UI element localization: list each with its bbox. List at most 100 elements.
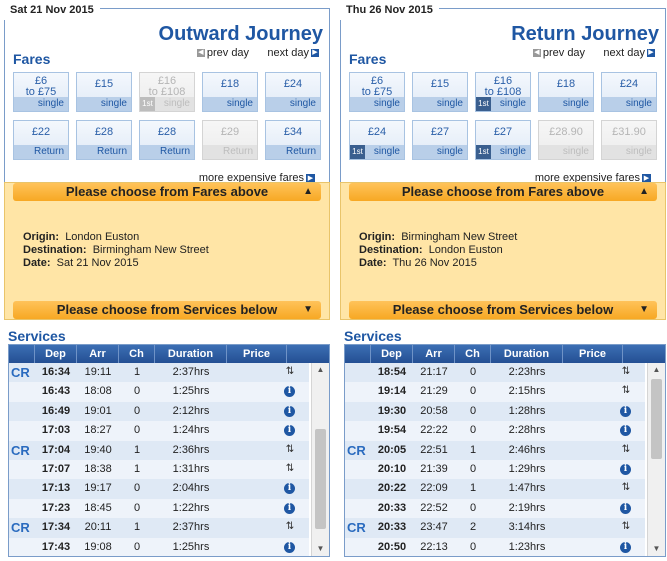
prev-day-icon[interactable]: ◀ xyxy=(532,49,541,58)
fare-button[interactable]: £6 to £75 single xyxy=(13,72,69,112)
next-day-link[interactable]: next day xyxy=(267,47,309,59)
col-ch[interactable]: Ch xyxy=(455,345,491,363)
info-icon[interactable]: i xyxy=(620,502,631,514)
change-icon[interactable]: ⇅ xyxy=(284,463,296,475)
table-row[interactable]: 17:13 19:17 0 2:04hrs i xyxy=(9,479,309,499)
table-row[interactable]: 20:50 22:13 0 1:23hrs i xyxy=(345,537,645,556)
fare-button[interactable]: £27 single 1st xyxy=(475,120,531,160)
info-icon[interactable]: i xyxy=(620,425,631,437)
prev-day-icon[interactable]: ◀ xyxy=(196,49,205,58)
fare-button[interactable]: £18 single xyxy=(202,72,258,112)
col-arr[interactable]: Arr xyxy=(413,345,455,363)
scroll-up-icon[interactable]: ▲ xyxy=(312,363,329,377)
dep-cell: 20:33 xyxy=(377,521,407,534)
table-row[interactable]: 20:10 21:39 0 1:29hrs i xyxy=(345,459,645,480)
col-price[interactable]: Price xyxy=(563,345,623,363)
table-row[interactable]: 17:03 18:27 0 1:24hrs i xyxy=(9,421,309,441)
next-day-icon[interactable]: ▶ xyxy=(311,49,319,58)
services-table: Dep Arr Ch Duration Price CR 16:34 19:11 1 2… xyxy=(8,344,330,557)
table-row[interactable]: 20:33 22:52 0 2:19hrs i xyxy=(345,498,645,519)
dep-cell: 17:34 xyxy=(41,521,71,534)
col-ch[interactable]: Ch xyxy=(119,345,155,363)
fare-button[interactable]: £15 single xyxy=(76,72,132,112)
table-row[interactable]: 17:07 18:38 1 1:31hrs ⇅ xyxy=(9,459,309,480)
col-arr[interactable]: Arr xyxy=(77,345,119,363)
col-duration[interactable]: Duration xyxy=(155,345,227,363)
choose-services-bar[interactable]: Please choose from Services below ▼ xyxy=(349,301,657,319)
fare-button[interactable]: £28 Return xyxy=(139,120,195,160)
scrollbar[interactable]: ▲ ▼ xyxy=(647,363,665,556)
arr-cell: 20:58 xyxy=(420,404,448,417)
scroll-down-icon[interactable]: ▼ xyxy=(312,542,329,556)
fare-type: Return xyxy=(77,145,131,159)
info-icon[interactable]: i xyxy=(620,463,631,475)
table-row[interactable]: 17:23 18:45 0 1:22hrs i xyxy=(9,498,309,519)
dep-cell: 17:43 xyxy=(41,540,71,553)
info-icon[interactable]: i xyxy=(284,541,295,553)
fare-button[interactable]: £24 single xyxy=(601,72,657,112)
changes-cell: 0 xyxy=(469,366,477,378)
table-row[interactable]: CR 17:34 20:11 1 2:37hrs ⇅ xyxy=(9,518,309,538)
fare-button[interactable]: £22 Return xyxy=(13,120,69,160)
arr-cell: 21:29 xyxy=(420,385,448,398)
table-row[interactable]: CR 16:34 19:11 1 2:37hrs ⇅ xyxy=(9,363,309,383)
fare-price-line: £31.90 xyxy=(612,126,646,138)
table-row[interactable]: 20:22 22:09 1 1:47hrs ⇅ xyxy=(345,479,645,499)
scroll-thumb[interactable] xyxy=(651,379,662,459)
fare-button[interactable]: £24 single 1st xyxy=(349,120,405,160)
choose-fares-bar[interactable]: Please choose from Fares above ▲ xyxy=(349,183,657,201)
change-icon[interactable]: ⇅ xyxy=(620,366,632,378)
scroll-down-icon[interactable]: ▼ xyxy=(648,542,665,556)
table-row[interactable]: 19:14 21:29 0 2:15hrs ⇅ xyxy=(345,382,645,402)
dep-cell: 16:49 xyxy=(41,404,71,417)
choose-services-bar[interactable]: Please choose from Services below ▼ xyxy=(13,301,321,319)
info-icon[interactable]: i xyxy=(620,541,631,553)
table-row[interactable]: 16:49 19:01 0 2:12hrs i xyxy=(9,401,309,422)
info-icon[interactable]: i xyxy=(284,386,295,398)
fare-button[interactable]: £28 Return xyxy=(76,120,132,160)
change-icon[interactable]: ⇅ xyxy=(284,366,296,378)
table-row[interactable]: 18:54 21:17 0 2:23hrs ⇅ xyxy=(345,363,645,383)
services-rows: 18:54 21:17 0 2:23hrs ⇅ 19:14 21:29 0 2:15hrs ⇅ 19… xyxy=(345,363,645,556)
info-icon[interactable]: i xyxy=(284,405,295,417)
table-row[interactable]: CR 17:04 19:40 1 2:36hrs ⇅ xyxy=(9,440,309,460)
scroll-up-icon[interactable]: ▲ xyxy=(648,363,665,377)
fare-button[interactable]: £24 single xyxy=(265,72,321,112)
col-price[interactable]: Price xyxy=(227,345,287,363)
fare-button[interactable]: £34 Return xyxy=(265,120,321,160)
prev-day-link[interactable]: prev day xyxy=(207,47,249,59)
next-day-link[interactable]: next day xyxy=(603,47,645,59)
changes-cell: 0 xyxy=(469,385,477,398)
scroll-thumb[interactable] xyxy=(315,429,326,529)
fare-button[interactable]: £16 to £108 single 1st xyxy=(475,72,531,112)
change-icon[interactable]: ⇅ xyxy=(284,444,296,456)
fare-button[interactable]: £18 single xyxy=(538,72,594,112)
fare-button[interactable]: £27 single xyxy=(412,120,468,160)
table-row[interactable]: CR 20:33 23:47 2 3:14hrs ⇅ xyxy=(345,518,645,538)
info-icon[interactable]: i xyxy=(284,425,295,437)
table-row[interactable]: CR 20:05 22:51 1 2:46hrs ⇅ xyxy=(345,440,645,460)
change-icon[interactable]: ⇅ xyxy=(284,521,296,533)
arr-cell: 19:17 xyxy=(84,482,112,495)
prev-day-link[interactable]: prev day xyxy=(543,47,585,59)
table-row[interactable]: 19:30 20:58 0 1:28hrs i xyxy=(345,401,645,422)
change-icon[interactable]: ⇅ xyxy=(620,482,632,494)
table-row[interactable]: 17:43 19:08 0 1:25hrs i xyxy=(9,537,309,556)
info-icon[interactable]: i xyxy=(620,405,631,417)
col-dep[interactable]: Dep xyxy=(35,345,77,363)
change-icon[interactable]: ⇅ xyxy=(620,444,632,456)
changes-cell: 1 xyxy=(133,443,141,456)
fare-button[interactable]: £6 to £75 single xyxy=(349,72,405,112)
change-icon[interactable]: ⇅ xyxy=(620,385,632,397)
table-row[interactable]: 16:43 18:08 0 1:25hrs i xyxy=(9,382,309,402)
change-icon[interactable]: ⇅ xyxy=(620,521,632,533)
scrollbar[interactable]: ▲ ▼ xyxy=(311,363,329,556)
fare-button[interactable]: £15 single xyxy=(412,72,468,112)
col-duration[interactable]: Duration xyxy=(491,345,563,363)
info-icon[interactable]: i xyxy=(284,502,295,514)
table-row[interactable]: 19:54 22:22 0 2:28hrs i xyxy=(345,421,645,441)
choose-fares-bar[interactable]: Please choose from Fares above ▲ xyxy=(13,183,321,201)
next-day-icon[interactable]: ▶ xyxy=(647,49,655,58)
info-icon[interactable]: i xyxy=(284,483,295,495)
col-dep[interactable]: Dep xyxy=(371,345,413,363)
